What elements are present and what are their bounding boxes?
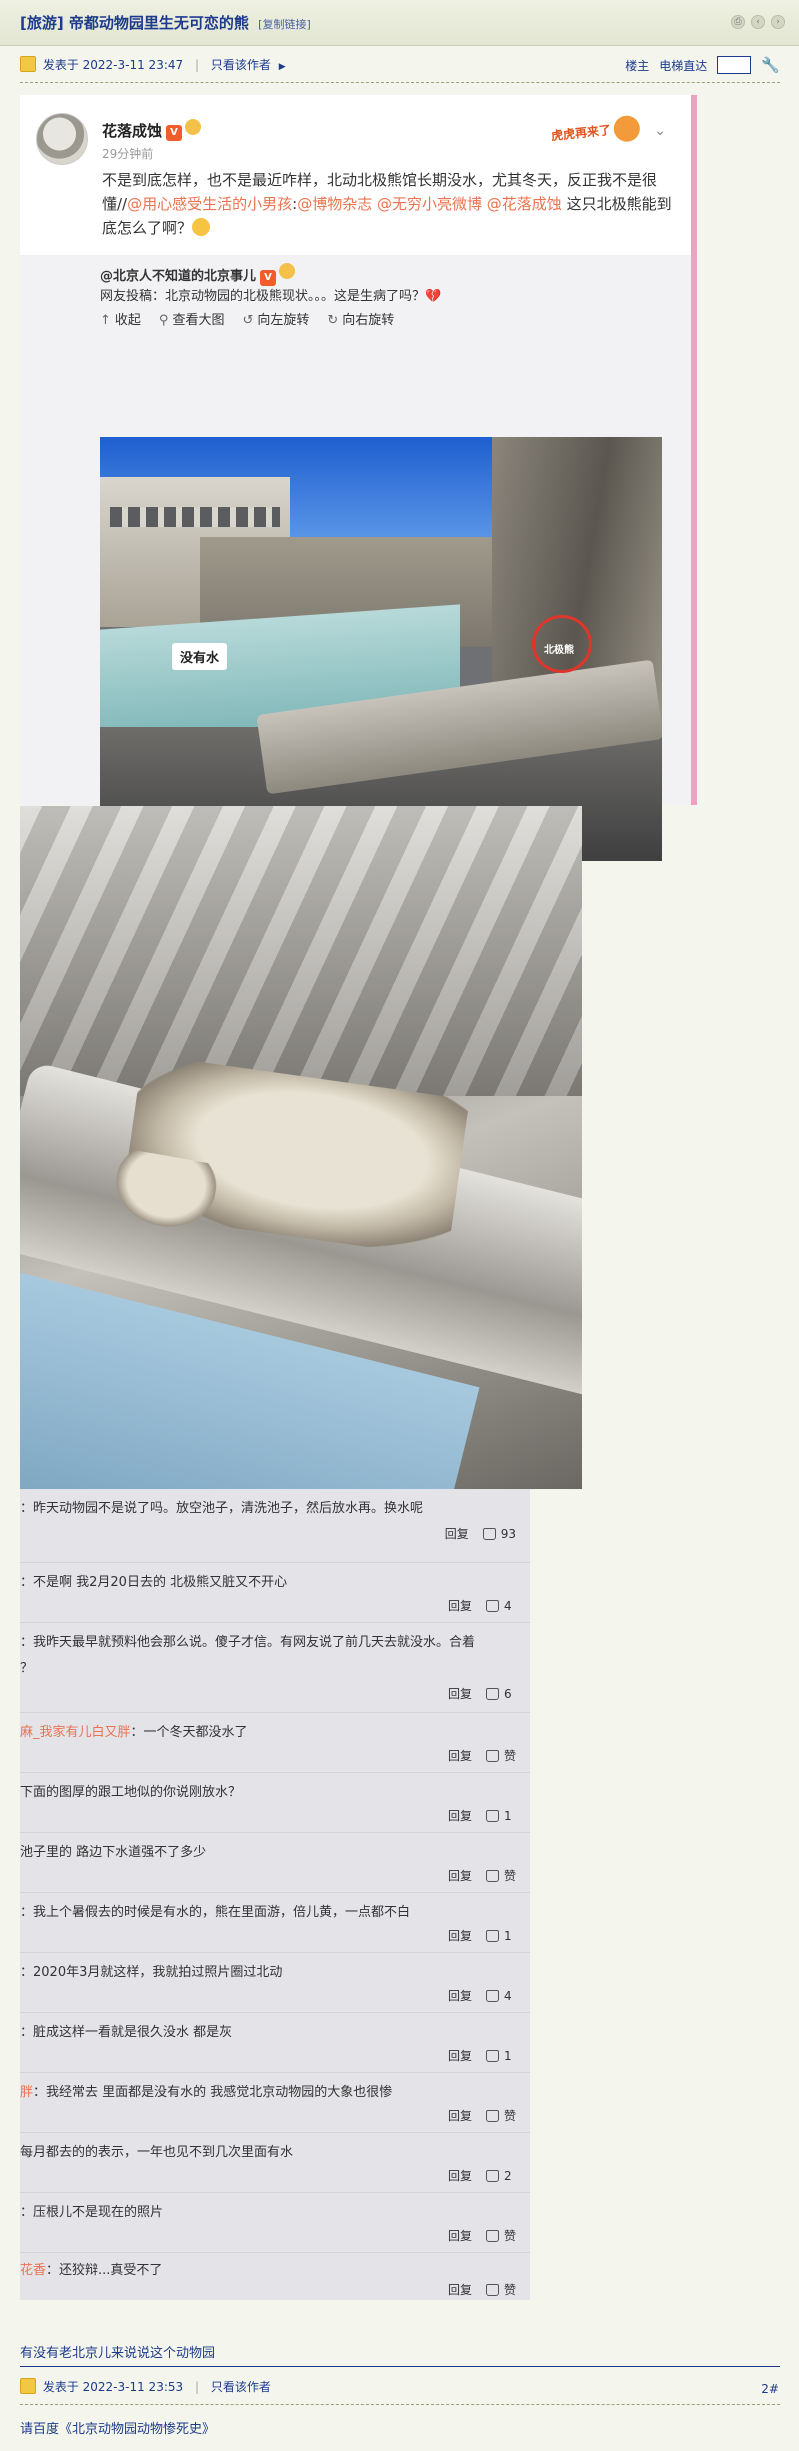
thumbs-up-icon bbox=[486, 2049, 499, 2062]
thread-title: [旅游] 帝都动物园里生无可恋的熊 [复制链接] bbox=[20, 14, 311, 32]
comment-item: 下面的图厚的跟工地似的你说刚放水？ 回复 1 bbox=[20, 1773, 530, 1833]
enclosure-photo: 没有水 北极熊 bbox=[100, 437, 662, 861]
image-actions: ↑ 收起 ⚲ 查看大图 ↺ 向左旋转 ↻ 向右旋转 bbox=[100, 309, 394, 328]
comment-item: ：不是啊 我2月20日去的 北极熊又脏又不开心 回复 4 bbox=[20, 1563, 530, 1623]
mention: @花落成蚀 bbox=[486, 195, 562, 213]
thumbs-up-icon bbox=[485, 2229, 499, 2242]
repost-user: @北京人不知道的北京事儿 V bbox=[100, 263, 296, 286]
thumbs-up-icon bbox=[485, 2109, 499, 2122]
user-icon bbox=[20, 2378, 36, 2394]
dashed-divider bbox=[20, 82, 780, 83]
thumbs-up-icon bbox=[482, 1527, 496, 1540]
print-icon[interactable]: ⎙ bbox=[731, 15, 745, 29]
thumbs-up-icon bbox=[485, 1869, 499, 1882]
thumbs-up-icon bbox=[485, 2283, 499, 2296]
verified-icon: V bbox=[166, 125, 183, 141]
triangle-right-icon: ▶ bbox=[278, 62, 286, 72]
weibo-screenshot: 花落成蚀 V 29分钟前 虎虎再来了 ⌄ 不是到底怎样，也不是最近咋样，北动北极熊… bbox=[20, 95, 697, 895]
mention: @博物杂志 bbox=[297, 195, 373, 213]
comment-item: 花香：还狡辩...真受不了 回复赞 bbox=[20, 2263, 516, 2297]
rotate-left-icon: ↺ bbox=[242, 313, 254, 328]
sticker: 虎虎再来了 bbox=[550, 114, 642, 149]
rotate-right-button: ↻ 向右旋转 bbox=[327, 313, 395, 328]
thumbs-up-icon bbox=[486, 1687, 499, 1700]
like-count: 93 bbox=[500, 1526, 516, 1541]
broken-heart-icon: 💔 bbox=[425, 289, 442, 304]
comment-item: ：压根儿不是现在的照片 回复赞 bbox=[20, 2193, 530, 2253]
post-nav: 楼主 电梯直达 🔧 bbox=[625, 56, 780, 74]
next-thread-icon[interactable]: › bbox=[771, 15, 785, 29]
floor-number: 2# bbox=[761, 2382, 779, 2396]
comment-item: ：2020年3月就这样，我就拍过照片圈过北动 回复 4 bbox=[20, 1953, 530, 2013]
thread-tools: ⎙ ‹ › bbox=[731, 15, 785, 29]
thumbs-up-icon bbox=[486, 1929, 499, 1942]
thumbs-up-icon bbox=[486, 2169, 499, 2182]
weibo-post-header: 花落成蚀 V 29分钟前 虎虎再来了 ⌄ 不是到底怎样，也不是最近咋样，北动北极熊… bbox=[36, 113, 676, 237]
post-text-search: 请百度《北京动物园动物惨死史》 bbox=[20, 2422, 216, 2437]
dashed-divider bbox=[20, 2404, 780, 2405]
paw-icon bbox=[612, 114, 642, 143]
emoji-icon bbox=[192, 218, 211, 236]
weibo-username: 花落成蚀 V bbox=[102, 119, 202, 141]
comment-item: ：脏成这样一看就是很久没水 都是灰 回复 1 bbox=[20, 2013, 530, 2073]
rotate-left-button: ↺ 向左旋转 bbox=[242, 313, 310, 328]
tiger-badge-icon bbox=[279, 263, 296, 279]
comment-item: 池子里的 路边下水道强不了多少 回复赞 bbox=[20, 1833, 530, 1893]
reply-label: 回复 bbox=[444, 1527, 469, 1541]
thumbs-up-icon bbox=[486, 1599, 499, 1612]
chevron-down-icon: ⌄ bbox=[654, 123, 666, 139]
thumbs-up-icon bbox=[485, 1749, 499, 1762]
floor-label: 楼主 bbox=[625, 58, 650, 73]
divider: | bbox=[194, 58, 200, 72]
post-date: 发表于 2022-3-11 23:47 bbox=[42, 58, 184, 72]
elevator-label: 电梯直达 bbox=[659, 58, 708, 73]
comment-item: 胖：我经常去 里面都是没有水的 我感觉北京动物园的大象也很惨 回复赞 bbox=[20, 2073, 530, 2133]
thumbs-up-icon bbox=[486, 1989, 499, 2002]
only-author-link[interactable]: 只看该作者 bbox=[211, 58, 271, 72]
search-icon: ⚲ bbox=[158, 313, 169, 328]
weibo-text: 不是到底怎样，也不是最近咋样，北动北极熊馆长期没水，尤其冬天，反正我不是很懂//… bbox=[102, 171, 672, 237]
rock-wall bbox=[20, 806, 582, 1096]
collapse-button: ↑ 收起 bbox=[100, 313, 141, 328]
only-author-link[interactable]: 只看该作者 bbox=[211, 2380, 271, 2394]
post-date: 发表于 2022-3-11 23:53 bbox=[42, 2380, 184, 2394]
post-meta-2: 发表于 2022-3-11 23:53 | 只看该作者 bbox=[20, 2378, 780, 2400]
avatar bbox=[36, 113, 88, 165]
rotate-right-icon: ↻ bbox=[327, 313, 339, 328]
post-text: 有没有老北京儿来说说这个动物园 bbox=[20, 2346, 216, 2361]
tiger-badge-icon bbox=[185, 119, 202, 135]
photo-label-no-water: 没有水 bbox=[172, 643, 228, 670]
verified-icon: V bbox=[260, 270, 277, 286]
wrench-icon[interactable]: 🔧 bbox=[761, 56, 780, 74]
comment-item: 每月都去的的表示，一年也见不到几次里面有水 回复 2 bbox=[20, 2133, 530, 2193]
post-divider bbox=[20, 2366, 780, 2367]
mention: @无穷小亮微博 bbox=[376, 195, 482, 213]
prev-thread-icon[interactable]: ‹ bbox=[751, 15, 765, 29]
floor-jump-input[interactable] bbox=[717, 56, 752, 74]
post-meta-1: 发表于 2022-3-11 23:47 | 只看该作者 ▶ 楼主 电梯直达 🔧 bbox=[20, 56, 780, 78]
weibo-time: 29分钟前 bbox=[102, 147, 154, 161]
mention: @用心感受生活的小男孩 bbox=[127, 195, 293, 213]
thread-header: [旅游] 帝都动物园里生无可恋的熊 [复制链接] ⎙ ‹ › bbox=[0, 0, 799, 46]
view-large-button: ⚲ 查看大图 bbox=[158, 313, 225, 328]
comments-screenshot: ：昨天动物园不是说了吗。放空池子，清洗池子，然后放水再。换水呢 回复 93 ：不是… bbox=[20, 1489, 530, 2300]
comment-item: 麻_我家有儿白又胖：一个冬天都没水了 回复赞 bbox=[20, 1713, 530, 1773]
arrow-up-icon: ↑ bbox=[100, 313, 111, 328]
polar-bear-photo bbox=[20, 806, 582, 1489]
divider: | bbox=[194, 2380, 200, 2394]
comment-item: ：我上个暑假去的时候是有水的，熊在里面游，倍儿黄，一点都不白 回复 1 bbox=[20, 1893, 530, 1953]
comment-item: ：昨天动物园不是说了吗。放空池子，清洗池子，然后放水再。换水呢 回复 93 bbox=[20, 1489, 530, 1563]
thumbs-up-icon bbox=[486, 1809, 499, 1822]
copy-link-button[interactable]: [复制链接] bbox=[258, 18, 311, 31]
repost-box: @北京人不知道的北京事儿 V 网友投稿：北京动物园的北极熊现状。。。这是生病了吗？… bbox=[20, 255, 691, 895]
repost-text: 网友投稿：北京动物园的北极熊现状。。。这是生病了吗？💔 bbox=[100, 289, 442, 304]
user-icon bbox=[20, 56, 36, 72]
photo-label-polar-bear: 北极熊 bbox=[544, 645, 574, 656]
comment-item: ：我昨天最早就预料他会那么说。傻子才信。有网友说了前几天去就没水。合着 ？ 回复… bbox=[20, 1623, 530, 1713]
